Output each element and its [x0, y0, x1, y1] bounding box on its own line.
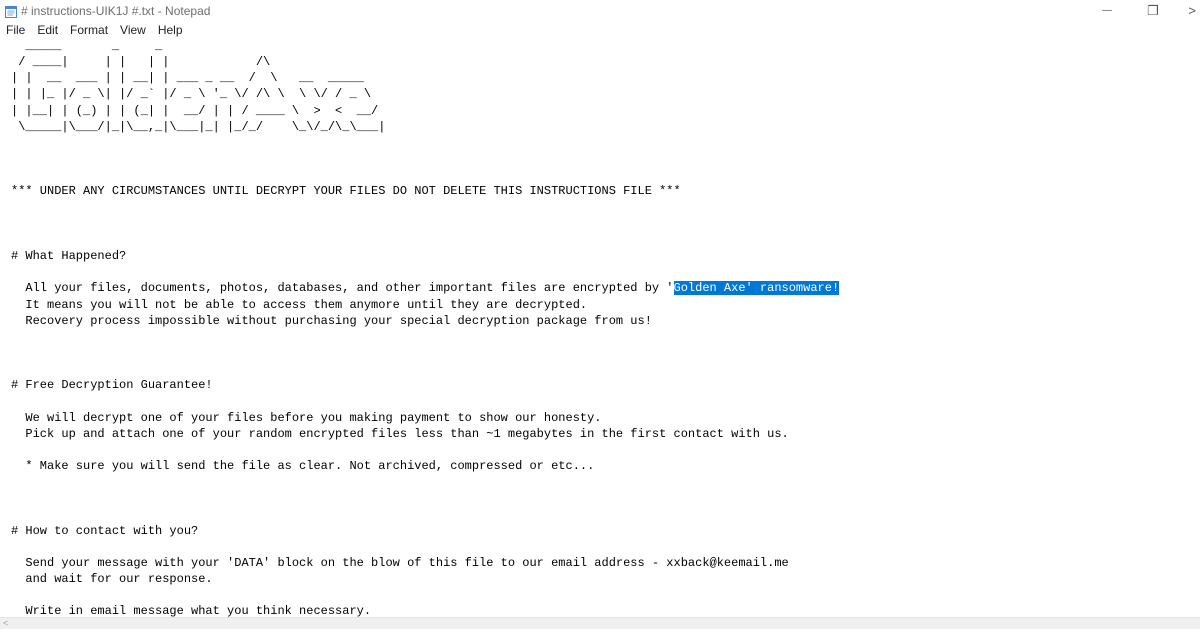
- minimize-button[interactable]: —: [1084, 0, 1130, 21]
- body-line: All your files, documents, photos, datab…: [11, 281, 674, 296]
- menu-format[interactable]: Format: [64, 23, 114, 37]
- minimize-icon: —: [1102, 5, 1112, 16]
- section-heading-how-to-contact: # How to contact with you?: [11, 523, 199, 538]
- ascii-banner-line: _____ _ _: [11, 39, 264, 53]
- ascii-banner-line: \_____|\___/|_|\__,_|\___|_| |_/_/ \_\/_…: [11, 119, 386, 134]
- horizontal-scrollbar[interactable]: <: [0, 617, 1200, 629]
- window-title: # instructions-UIK1J #.txt - Notepad: [21, 3, 211, 18]
- section-heading-free-decryption: # Free Decryption Guarantee!: [11, 378, 213, 393]
- document-text: _____ _ _ / ____| | | | | /\ | | __ ___ …: [11, 38, 840, 617]
- body-line: and wait for our response.: [11, 572, 213, 587]
- restore-button[interactable]: ❐: [1130, 0, 1176, 21]
- menu-view[interactable]: View: [114, 23, 152, 37]
- body-note-line: * Make sure you will send the file as cl…: [11, 459, 595, 474]
- menu-file[interactable]: File: [0, 23, 31, 37]
- body-line: Pick up and attach one of your random en…: [11, 426, 789, 441]
- overflow-chevron-icon: >: [1188, 3, 1196, 18]
- menu-edit[interactable]: Edit: [31, 23, 64, 37]
- menu-bar: File Edit Format View Help: [0, 21, 1200, 38]
- body-line: Send your message with your 'DATA' block…: [11, 556, 789, 570]
- scroll-left-arrow-icon[interactable]: <: [3, 618, 8, 629]
- section-heading-what-happened: # What Happened?: [11, 249, 127, 264]
- window-controls: — ❐ >: [1084, 0, 1200, 21]
- body-line: Write in email message what you think ne…: [11, 604, 372, 617]
- ascii-banner-line: | | |_ |/ _ \| |/ _` |/ _ \ '_ \/ /\ \ \…: [11, 87, 372, 102]
- ascii-banner-line: | | __ ___ | | __| | ___ _ __ / \ __ ___…: [11, 71, 364, 86]
- ascii-banner-line: | |__| | (_) | | (_| | __/ | | / ____ \ …: [11, 103, 379, 118]
- selected-text: Golden Axe' ransomware!: [673, 281, 840, 296]
- body-line: Recovery process impossible without purc…: [11, 313, 652, 328]
- warning-line: *** UNDER ANY CIRCUMSTANCES UNTIL DECRYP…: [11, 184, 681, 199]
- title-bar[interactable]: # instructions-UIK1J #.txt - Notepad — ❐…: [0, 0, 1200, 21]
- menu-help[interactable]: Help: [152, 23, 189, 37]
- text-editor-area[interactable]: _____ _ _ / ____| | | | | /\ | | __ ___ …: [0, 38, 1200, 617]
- body-line: We will decrypt one of your files before…: [11, 410, 602, 425]
- close-button-overflow[interactable]: >: [1176, 0, 1200, 21]
- body-line: It means you will not be able to access …: [11, 297, 588, 312]
- ascii-banner-line: / ____| | | | | /\: [11, 55, 271, 70]
- restore-icon: ❐: [1147, 2, 1159, 18]
- notepad-app-icon[interactable]: [5, 5, 17, 18]
